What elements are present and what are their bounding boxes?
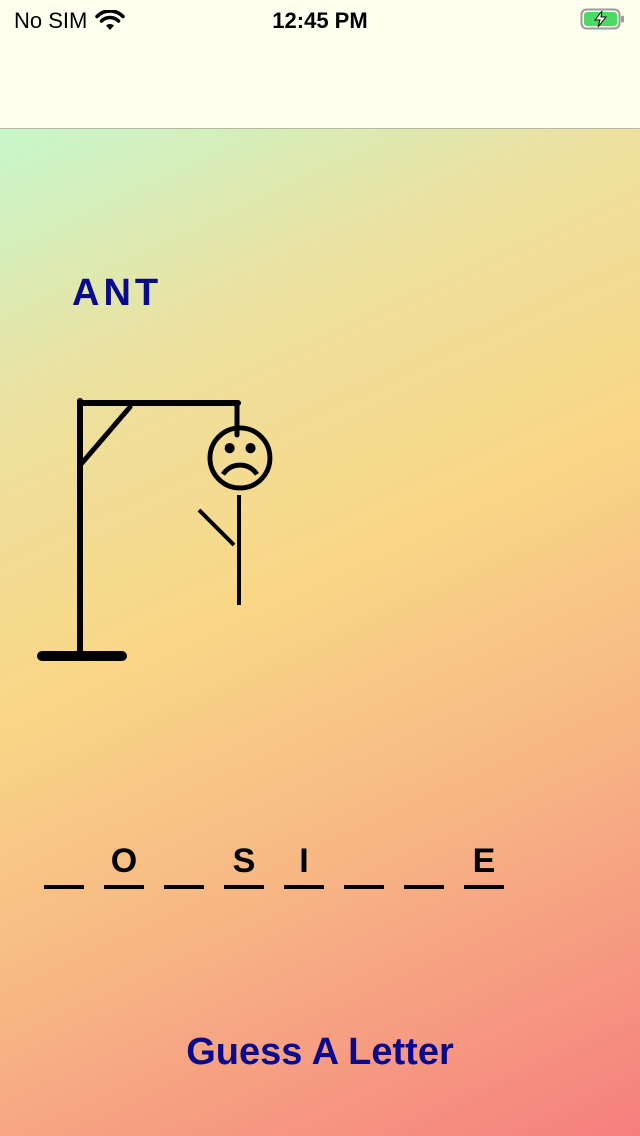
word-slot: O [104,839,144,889]
word-slot: I [284,839,324,889]
word-slot [44,839,84,889]
sad-face-icon: ☹ [201,417,278,503]
missed-letters: ANT [72,272,163,314]
hanged-figure: ☹ [197,417,279,605]
gallows-brace [79,404,133,466]
hangman-drawing: ☹ [37,398,279,661]
word-slot: S [224,839,264,889]
word-slot: E [464,839,504,889]
word-display: O S I E [44,839,504,889]
status-right [580,6,626,37]
figure-arm [197,508,236,547]
guess-letter-button[interactable]: Guess A Letter [0,1031,640,1074]
status-time: 12:45 PM [272,8,368,33]
game-area: ANT ☹ O S I E Guess A Letter [0,129,640,1136]
battery-charging-icon [580,8,624,30]
word-slot [164,839,204,889]
word-slot [344,839,384,889]
navigation-bar [0,40,640,129]
word-slot [404,839,444,889]
status-bar: No SIM 12:45 PM [0,0,640,40]
